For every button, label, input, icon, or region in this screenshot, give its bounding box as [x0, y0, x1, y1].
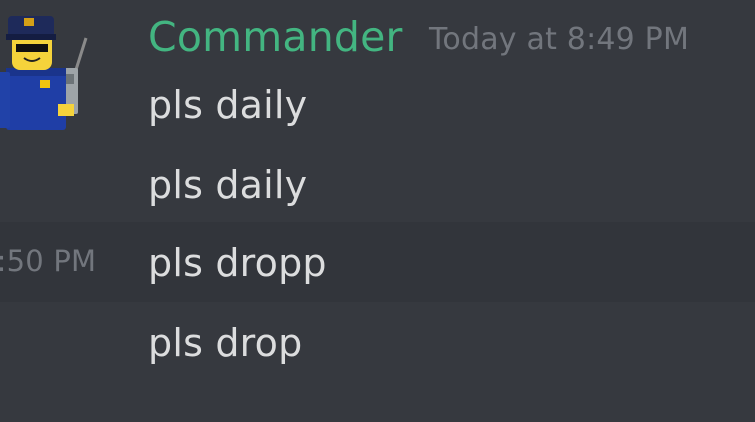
message-text: pls drop	[148, 321, 303, 365]
message-item[interactable]: pls daily	[0, 144, 755, 224]
message-hover-timestamp: 8:50 PM	[0, 244, 97, 278]
message-text: pls dropp	[148, 241, 327, 285]
message-text: pls daily	[148, 83, 308, 127]
message-item-hovered[interactable]: 8:50 PM pls dropp	[0, 222, 755, 302]
message-item[interactable]: pls daily	[0, 64, 755, 144]
message-text: pls daily	[148, 163, 308, 207]
author-username[interactable]: Commander	[148, 9, 403, 65]
message-timestamp: Today at 8:49 PM	[429, 22, 690, 57]
chat-message-group: Commander Today at 8:49 PM pls daily pls…	[0, 0, 755, 422]
message-item[interactable]: pls drop	[0, 302, 755, 382]
